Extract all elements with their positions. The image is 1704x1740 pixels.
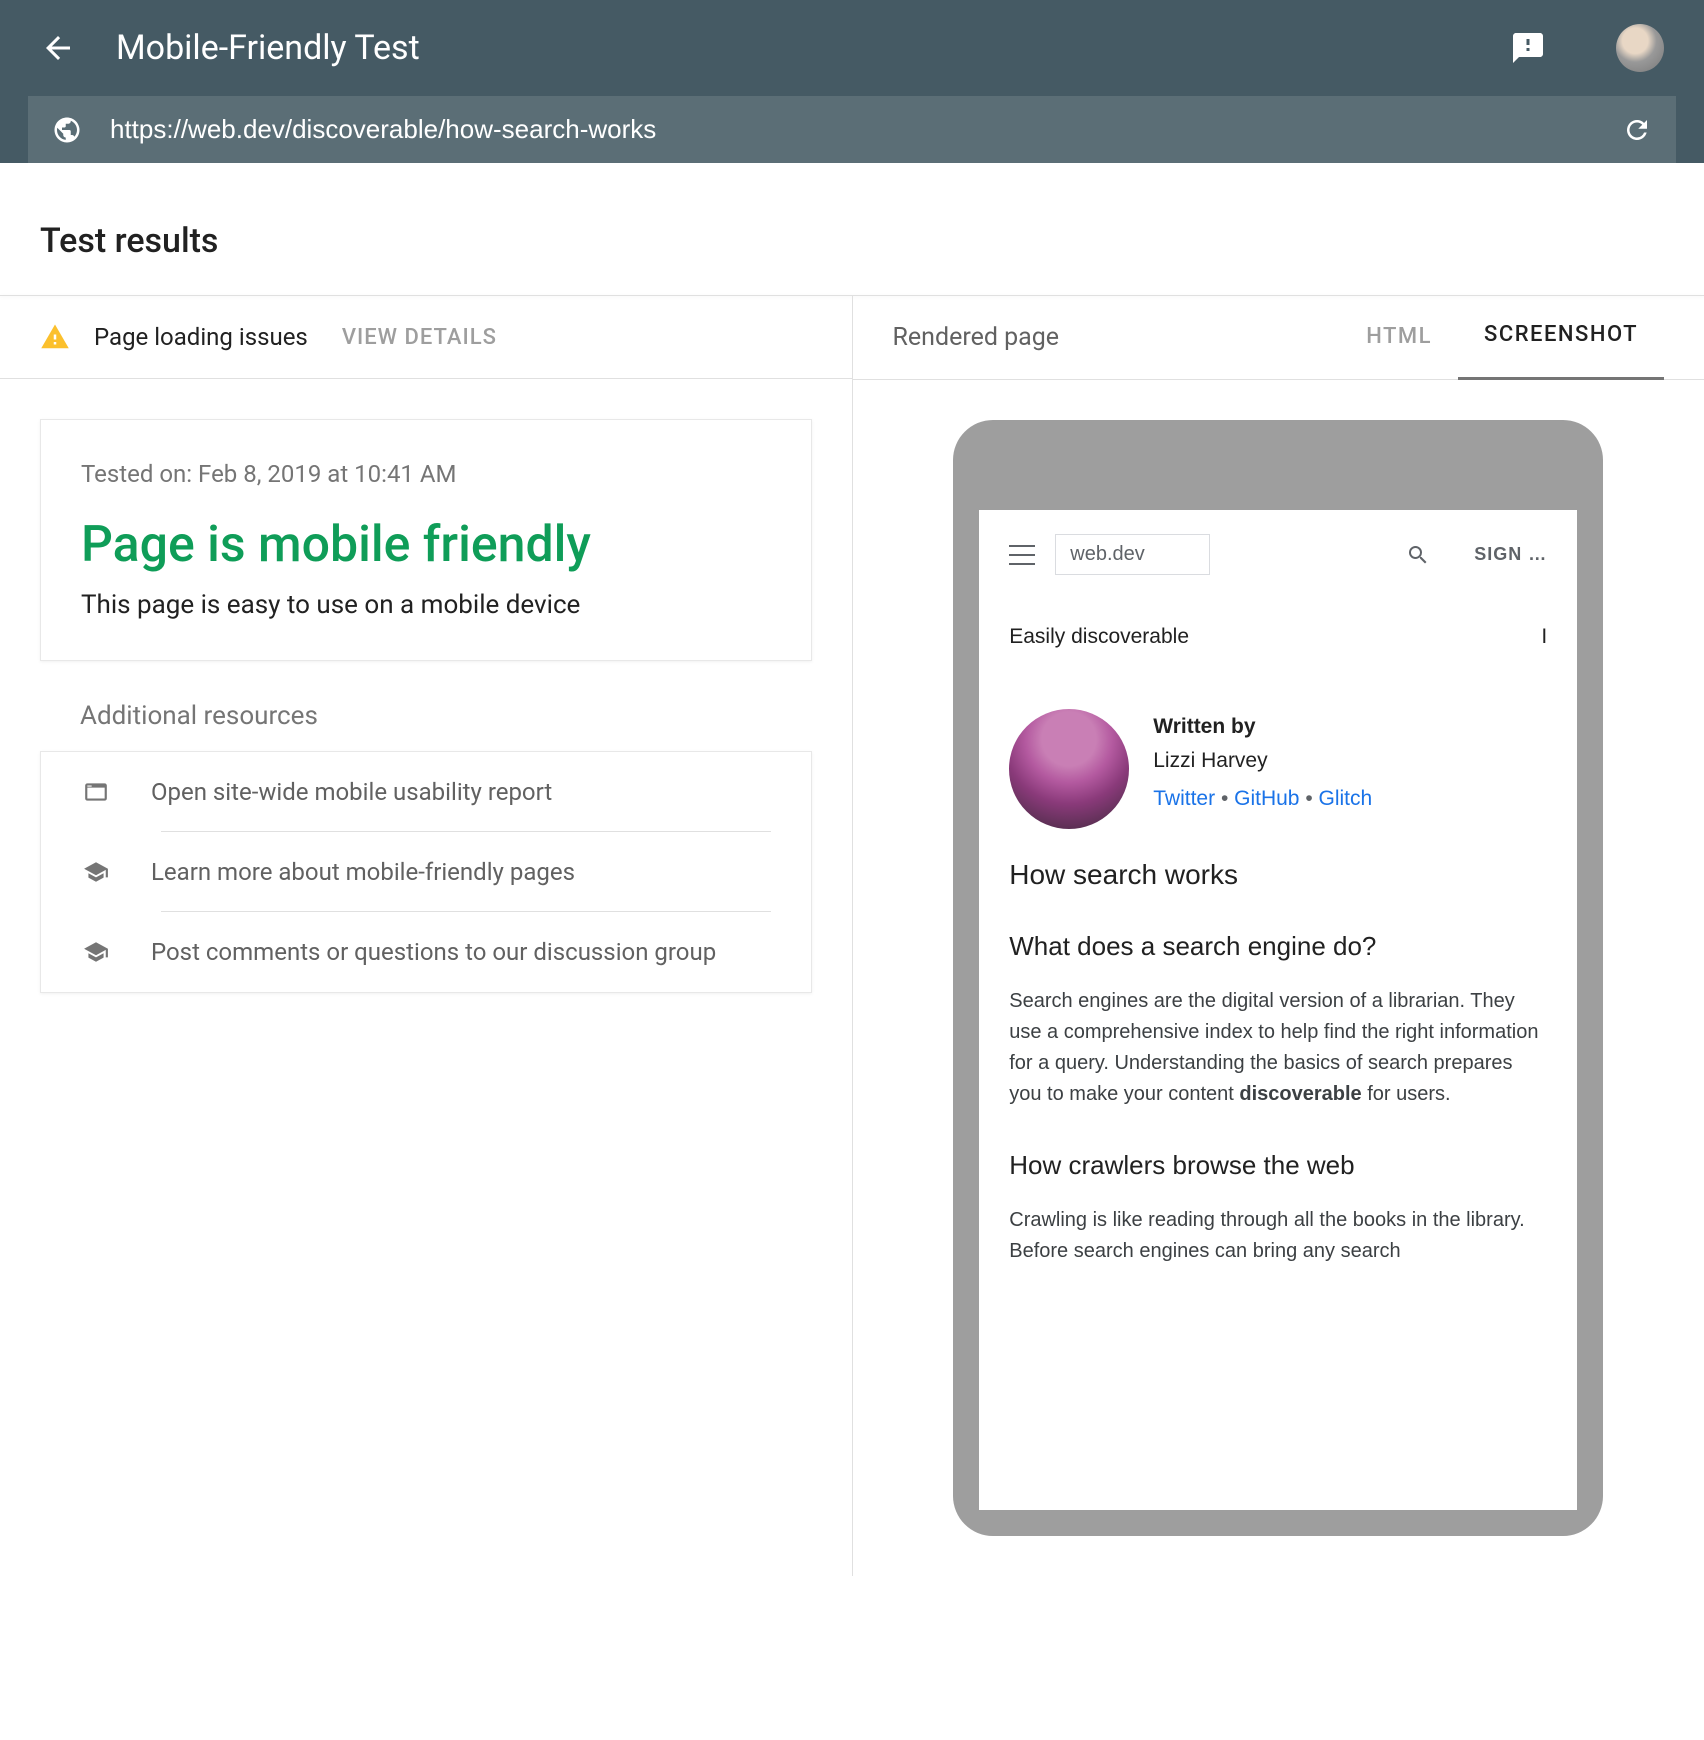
search-icon <box>1406 543 1430 567</box>
author-links: Twitter • GitHub • Glitch <box>1153 787 1372 811</box>
phone-frame: web.dev SIGN … Easily discoverable I Wri… <box>953 420 1603 1536</box>
phone-screen: web.dev SIGN … Easily discoverable I Wri… <box>979 510 1577 1510</box>
globe-icon <box>52 115 82 145</box>
resource-text: Learn more about mobile-friendly pages <box>151 858 575 886</box>
resource-text: Post comments or questions to our discus… <box>151 938 716 966</box>
article-h2: What does a search engine do? <box>1009 931 1547 962</box>
warning-icon <box>40 322 70 352</box>
rendered-page-label: Rendered page <box>893 323 1341 352</box>
app-title: Mobile-Friendly Test <box>116 28 1470 68</box>
twitter-link: Twitter <box>1153 787 1215 810</box>
resource-learn-more[interactable]: Learn more about mobile-friendly pages <box>41 832 811 912</box>
glitch-link: Glitch <box>1319 787 1373 810</box>
right-panel: Rendered page HTML SCREENSHOT web.dev SI… <box>853 296 1704 1576</box>
web-icon <box>81 779 111 805</box>
section-title: Test results <box>0 191 1704 295</box>
tested-on-text: Tested on: Feb 8, 2019 at 10:41 AM <box>81 460 771 488</box>
feedback-icon[interactable] <box>1510 30 1546 66</box>
article-title: How search works <box>1009 859 1547 891</box>
breadcrumb-indicator: I <box>1541 625 1547 649</box>
resources-heading: Additional resources <box>80 701 812 731</box>
breadcrumb: Easily discoverable <box>1009 625 1189 649</box>
issues-text: Page loading issues <box>94 323 308 351</box>
tab-screenshot[interactable]: SCREENSHOT <box>1458 322 1664 380</box>
article-paragraph: Search engines are the digital version o… <box>1009 986 1547 1110</box>
user-avatar[interactable] <box>1616 24 1664 72</box>
url-input[interactable] <box>110 114 1594 145</box>
resource-discussion-group[interactable]: Post comments or questions to our discus… <box>41 912 811 992</box>
app-header: Mobile-Friendly Test <box>0 0 1704 163</box>
verdict-title: Page is mobile friendly <box>81 516 771 574</box>
hamburger-icon <box>1009 545 1035 565</box>
author-avatar <box>1009 709 1129 829</box>
written-by-label: Written by <box>1153 715 1372 739</box>
github-link: GitHub <box>1234 787 1299 810</box>
resource-text: Open site-wide mobile usability report <box>151 778 552 806</box>
article-h2: How crawlers browse the web <box>1009 1150 1547 1181</box>
verdict-subtext: This page is easy to use on a mobile dev… <box>81 590 771 620</box>
resource-usability-report[interactable]: Open site-wide mobile usability report <box>41 752 811 832</box>
url-bar <box>28 96 1676 163</box>
left-panel: Page loading issues VIEW DETAILS Tested … <box>0 296 853 1576</box>
resources-card: Open site-wide mobile usability report L… <box>40 751 812 993</box>
school-icon <box>81 859 111 885</box>
result-card: Tested on: Feb 8, 2019 at 10:41 AM Page … <box>40 419 812 661</box>
article-paragraph: Crawling is like reading through all the… <box>1009 1205 1547 1267</box>
sign-in-link: SIGN … <box>1474 544 1547 565</box>
back-arrow-icon[interactable] <box>40 30 76 66</box>
school-icon <box>81 939 111 965</box>
site-input: web.dev <box>1055 534 1210 575</box>
refresh-icon[interactable] <box>1622 115 1652 145</box>
view-details-button[interactable]: VIEW DETAILS <box>342 325 497 350</box>
tab-html[interactable]: HTML <box>1340 324 1458 379</box>
author-name: Lizzi Harvey <box>1153 749 1372 773</box>
issues-bar: Page loading issues VIEW DETAILS <box>0 296 852 379</box>
